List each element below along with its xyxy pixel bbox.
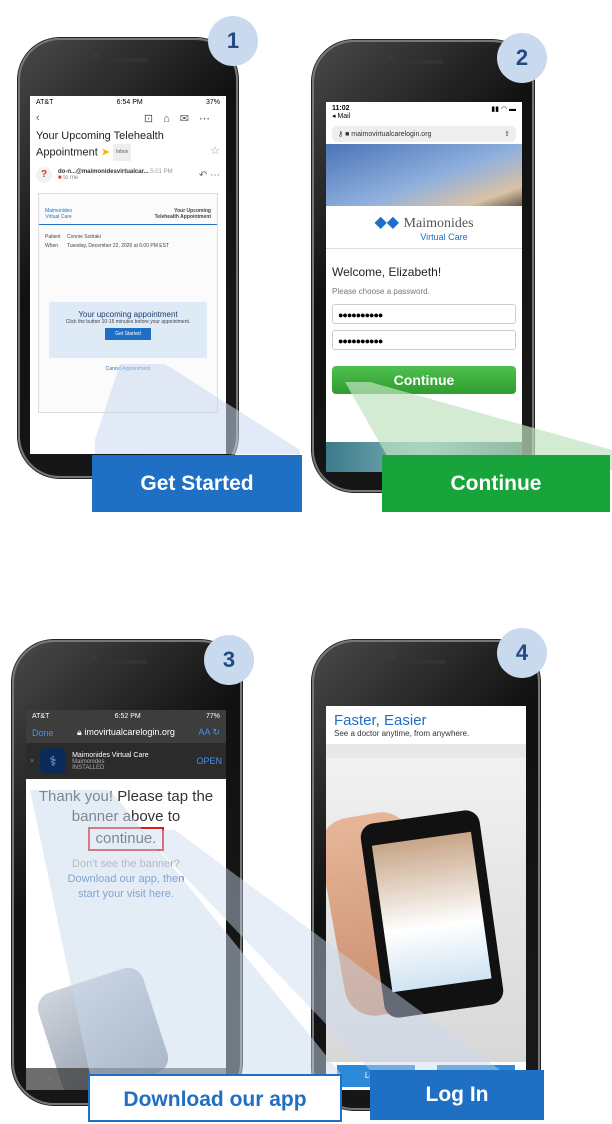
annotation-beams — [30, 364, 612, 1075]
beam-step-1 — [95, 364, 300, 454]
step-badge-2: 2 — [497, 33, 547, 83]
callout-download-app: Download our app — [88, 1074, 342, 1122]
callout-log-in: Log In — [370, 1070, 544, 1120]
callout-get-started: Get Started — [92, 455, 302, 512]
step-badge-1: 1 — [208, 16, 258, 66]
step-badge-4: 4 — [497, 628, 547, 678]
callout-continue: Continue — [382, 455, 610, 512]
step-badge-3: 3 — [204, 635, 254, 685]
